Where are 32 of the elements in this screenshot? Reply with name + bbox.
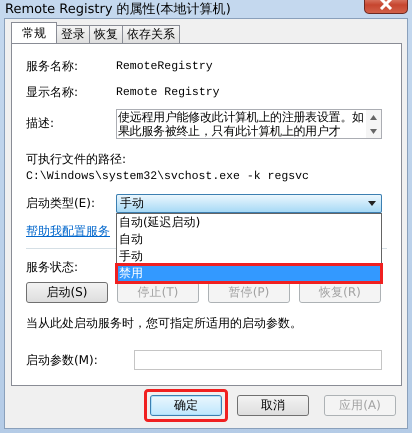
close-icon <box>379 0 393 10</box>
tab[interactable]: 恢复 <box>89 25 123 43</box>
dialog-button[interactable]: 确定 <box>150 395 222 416</box>
field-label: 描述: <box>26 115 56 132</box>
start-parameters-field[interactable] <box>134 350 382 370</box>
tab[interactable]: 依存关系 <box>122 25 180 43</box>
path-text: C:\Windows\system32\svchost.exe -k regsvc <box>26 170 310 183</box>
field-label: 服务状态: <box>26 259 80 276</box>
dropdown-option[interactable]: 自动 <box>117 231 381 248</box>
field-value: Remote Registry <box>116 86 220 99</box>
service-button[interactable]: 启动(S) <box>26 282 108 303</box>
dialog-button[interactable]: 取消 <box>237 395 309 416</box>
close-button[interactable] <box>364 0 408 14</box>
help-link[interactable]: 帮助我配置服务 <box>26 223 110 240</box>
field-label: 启动参数(M): <box>26 352 99 368</box>
window-title: Remote Registry 的属性(本地计算机) <box>4 1 231 18</box>
note-text: 当从此处启动服务时，您可指定所适用的启动参数。 <box>26 315 303 332</box>
dropdown-arrow-icon <box>368 201 376 206</box>
field-label: 显示名称: <box>26 84 80 101</box>
dropdown-option[interactable]: 手动 <box>117 248 381 265</box>
field-label: 启动类型(E): <box>26 195 96 212</box>
tab[interactable]: 登录 <box>56 25 90 43</box>
scroll-down-icon <box>370 128 377 134</box>
dropdown-option[interactable]: 自动(延迟启动) <box>117 214 381 231</box>
tab[interactable]: 常规 <box>11 22 57 43</box>
field-label: 服务名称: <box>26 58 80 75</box>
startup-type-dropdown[interactable]: 手动 <box>116 194 382 213</box>
description-box[interactable]: 使远程用户能修改此计算机上的注册表设置。如果此服务被终止，只有此计算机上的用户才 <box>116 109 382 139</box>
scroll-up-icon <box>370 114 377 120</box>
field-value: RemoteRegistry <box>116 60 213 73</box>
scrollbar[interactable] <box>366 110 381 138</box>
field-label: 可执行文件的路径: <box>26 151 128 168</box>
